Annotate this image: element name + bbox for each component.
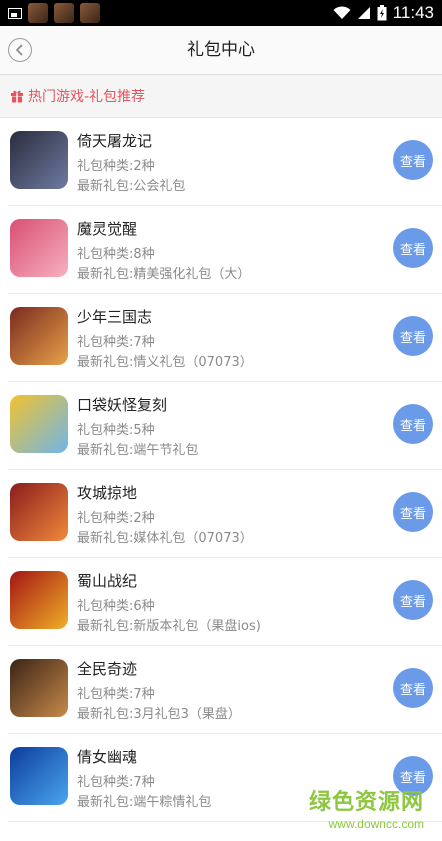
game-list-item[interactable]: 魔灵觉醒礼包种类:8种最新礼包:精美强化礼包（大） 查看	[8, 206, 442, 294]
status-bar: 11:43	[0, 0, 442, 26]
view-button[interactable]: 查看	[393, 228, 433, 268]
image-notification-icon	[8, 7, 22, 19]
latest-gift: 最新礼包:端午节礼包	[77, 443, 199, 458]
latest-gift: 最新礼包:精美强化礼包（大）	[77, 267, 251, 282]
section-title: 热门游戏-礼包推荐	[28, 89, 146, 105]
gift-types: 礼包种类:2种	[77, 511, 155, 526]
watermark-url: www.downcc.com	[328, 817, 424, 831]
app-notification-icon	[80, 3, 100, 23]
gift-types: 礼包种类:6种	[77, 599, 155, 614]
watermark: 绿色资源网 www.downcc.com	[309, 784, 424, 831]
game-icon-art	[10, 131, 68, 189]
game-icon[interactable]	[10, 219, 68, 277]
view-button[interactable]: 查看	[393, 404, 433, 444]
battery-icon	[377, 5, 387, 21]
game-name: 倩女幽魂	[77, 748, 138, 766]
latest-gift: 最新礼包:公会礼包	[77, 179, 186, 194]
section-header: 热门游戏-礼包推荐	[0, 75, 442, 118]
view-button[interactable]: 查看	[393, 668, 433, 708]
game-list-item[interactable]: 蜀山战纪礼包种类:6种最新礼包:新版本礼包（果盘ios) 查看	[8, 558, 442, 646]
gift-types: 礼包种类:5种	[77, 423, 155, 438]
game-icon-art	[10, 483, 68, 541]
game-list-item[interactable]: 口袋妖怪复刻 礼包种类:5种最新礼包:端午节礼包 查看	[8, 382, 442, 470]
game-name: 魔灵觉醒	[77, 220, 138, 238]
game-icon[interactable]	[10, 307, 68, 365]
game-icon[interactable]	[10, 747, 68, 805]
view-button[interactable]: 查看	[393, 492, 433, 532]
game-list-item[interactable]: 少年三国志礼包种类:7种最新礼包:情义礼包（07073） 查看	[8, 294, 442, 382]
game-list-item[interactable]: 全民奇迹礼包种类:7种最新礼包:3月礼包3（果盘） 查看	[8, 646, 442, 734]
game-icon-art	[10, 219, 68, 277]
view-button[interactable]: 查看	[393, 580, 433, 620]
page-title: 礼包中心	[187, 40, 255, 60]
game-icon-art	[10, 307, 68, 365]
game-icon[interactable]	[10, 131, 68, 189]
signal-icon	[357, 7, 370, 19]
view-button[interactable]: 查看	[393, 316, 433, 356]
latest-gift: 最新礼包:媒体礼包（07073）	[77, 531, 253, 546]
gift-types: 礼包种类:7种	[77, 775, 155, 790]
game-name: 倚天屠龙记	[77, 132, 153, 150]
game-name: 口袋妖怪复刻	[77, 396, 168, 414]
app-notification-icon	[28, 3, 48, 23]
gift-types: 礼包种类:2种	[77, 159, 155, 174]
gift-types: 礼包种类:8种	[77, 247, 155, 262]
gift-types: 礼包种类:7种	[77, 687, 155, 702]
clock: 11:43	[392, 3, 434, 22]
game-icon[interactable]	[10, 395, 68, 453]
game-icon[interactable]	[10, 483, 68, 541]
gift-icon	[11, 90, 23, 103]
game-icon-art	[10, 395, 68, 453]
game-icon-art	[10, 747, 68, 805]
latest-gift: 最新礼包:情义礼包（07073）	[77, 355, 253, 370]
game-list-item[interactable]: 攻城掠地礼包种类:2种最新礼包:媒体礼包（07073） 查看	[8, 470, 442, 558]
latest-gift: 最新礼包:端午粽情礼包	[77, 795, 212, 810]
latest-gift: 最新礼包:3月礼包3（果盘）	[77, 707, 241, 722]
game-icon[interactable]	[10, 571, 68, 629]
wifi-icon	[333, 6, 351, 19]
game-icon[interactable]	[10, 659, 68, 717]
latest-gift: 最新礼包:新版本礼包（果盘ios)	[77, 619, 261, 634]
game-icon-art	[10, 571, 68, 629]
game-list-item[interactable]: 倚天屠龙记礼包种类:2种最新礼包:公会礼包 查看	[8, 118, 442, 206]
view-button[interactable]: 查看	[393, 140, 433, 180]
game-list: 倚天屠龙记 礼包种类:2种 最新礼包:公会礼包 查看 魔灵觉醒 礼包种类:8种 最新礼包:精…	[0, 118, 442, 822]
app-notification-icon	[54, 3, 74, 23]
game-name: 攻城掠地	[77, 484, 138, 502]
watermark-text: 绿色资源网	[308, 790, 424, 815]
game-name: 少年三国志	[77, 308, 153, 326]
game-name: 全民奇迹	[77, 660, 138, 678]
title-bar: 礼包中心	[0, 26, 442, 75]
game-name: 蜀山战纪	[77, 572, 138, 590]
game-icon-art	[10, 659, 68, 717]
gift-types: 礼包种类:7种	[77, 335, 155, 350]
